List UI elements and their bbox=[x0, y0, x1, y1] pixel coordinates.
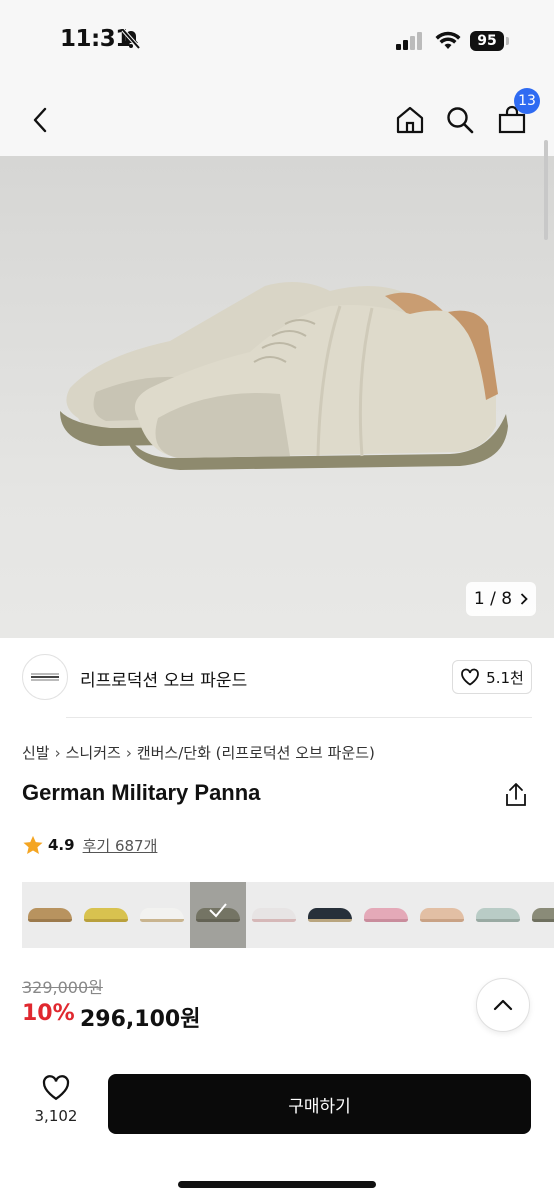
cart-button[interactable]: 13 bbox=[494, 88, 540, 138]
color-swatch[interactable] bbox=[414, 882, 470, 948]
product-title: German Military Panna bbox=[22, 780, 261, 805]
cart-count-badge: 13 bbox=[514, 88, 540, 114]
brand-like-count: 5.1천 bbox=[486, 668, 524, 687]
battery-cap bbox=[506, 37, 509, 45]
check-icon bbox=[209, 903, 227, 918]
swatch-shoe-image bbox=[308, 908, 352, 922]
swatch-shoe-image bbox=[84, 908, 128, 922]
gallery-counter[interactable]: 1 / 8 bbox=[466, 582, 536, 616]
chevron-up-icon bbox=[493, 999, 513, 1011]
breadcrumb: 신발 › 스니커즈 › 캔버스/단화 (리프로덕션 오브 파운드) bbox=[22, 742, 375, 763]
sale-price: 296,100원 bbox=[80, 1007, 201, 1032]
discount-rate: 10% bbox=[22, 1001, 75, 1026]
color-swatch[interactable] bbox=[134, 882, 190, 948]
swatch-shoe-image bbox=[420, 908, 464, 922]
star-icon bbox=[23, 835, 43, 854]
scroll-indicator[interactable] bbox=[544, 140, 548, 240]
product-photo bbox=[60, 282, 508, 470]
sneaker-front-image bbox=[126, 305, 508, 470]
swatch-shoe-image bbox=[140, 908, 184, 922]
wifi-icon bbox=[435, 31, 461, 49]
chevron-right-icon: › bbox=[54, 743, 61, 762]
color-swatch[interactable] bbox=[78, 882, 134, 948]
share-button[interactable] bbox=[504, 782, 528, 812]
rating-value: 4.9 bbox=[48, 836, 75, 854]
review-link[interactable]: 후기 687개 bbox=[83, 835, 158, 856]
chevron-right-icon bbox=[520, 593, 528, 605]
swatch-shoe-image bbox=[28, 908, 72, 922]
status-bar: 11:31 95 bbox=[0, 0, 554, 84]
brand-row: 리프로덕션 오브 파운드 5.1천 bbox=[0, 638, 554, 718]
bottom-action-bar: 3,102 구매하기 bbox=[0, 1054, 554, 1200]
color-swatch[interactable] bbox=[22, 882, 78, 948]
color-swatches bbox=[22, 882, 554, 948]
brand-like-button[interactable]: 5.1천 bbox=[452, 660, 532, 694]
brand-name[interactable]: 리프로덕션 오브 파운드 bbox=[80, 666, 247, 691]
search-button[interactable] bbox=[442, 102, 478, 138]
swatch-shoe-image bbox=[364, 908, 408, 922]
buy-button[interactable]: 구매하기 bbox=[108, 1074, 531, 1134]
scroll-top-button[interactable] bbox=[476, 978, 530, 1032]
back-button[interactable] bbox=[22, 102, 58, 138]
home-icon bbox=[396, 106, 424, 134]
breadcrumb-item[interactable]: 스니커즈 bbox=[66, 742, 121, 763]
color-swatch[interactable] bbox=[190, 882, 246, 948]
brand-logo[interactable] bbox=[22, 654, 68, 700]
swatch-shoe-image bbox=[532, 908, 554, 922]
heart-icon bbox=[461, 668, 480, 686]
color-swatch[interactable] bbox=[302, 882, 358, 948]
color-swatch[interactable] bbox=[246, 882, 302, 948]
bell-muted-icon bbox=[121, 29, 141, 49]
color-swatch[interactable] bbox=[358, 882, 414, 948]
breadcrumb-item[interactable]: 신발 bbox=[22, 742, 50, 763]
product-image-gallery[interactable]: 1 / 8 bbox=[0, 156, 554, 638]
color-swatch[interactable] bbox=[470, 882, 526, 948]
home-button[interactable] bbox=[392, 102, 428, 138]
heart-icon bbox=[42, 1075, 70, 1101]
gallery-counter-text: 1 / 8 bbox=[473, 589, 513, 609]
chevron-right-icon: › bbox=[125, 743, 132, 762]
wishlist-button[interactable]: 3,102 bbox=[22, 1074, 90, 1125]
signal-icon bbox=[396, 32, 422, 50]
color-swatch[interactable] bbox=[526, 882, 554, 948]
home-indicator bbox=[178, 1181, 376, 1188]
divider bbox=[66, 717, 532, 718]
swatch-shoe-image bbox=[252, 908, 296, 922]
chevron-left-icon bbox=[33, 107, 47, 133]
original-price: 329,000원 bbox=[22, 978, 103, 997]
battery-level: 95 bbox=[470, 31, 504, 51]
rating: 4.9 후기 687개 bbox=[22, 834, 157, 856]
share-icon bbox=[506, 783, 526, 806]
search-icon bbox=[447, 107, 474, 134]
breadcrumb-item[interactable]: 캔버스/단화 (리프로덕션 오브 파운드) bbox=[137, 742, 375, 763]
wishlist-count: 3,102 bbox=[34, 1107, 78, 1125]
top-nav: 13 bbox=[0, 84, 554, 156]
swatch-shoe-image bbox=[476, 908, 520, 922]
